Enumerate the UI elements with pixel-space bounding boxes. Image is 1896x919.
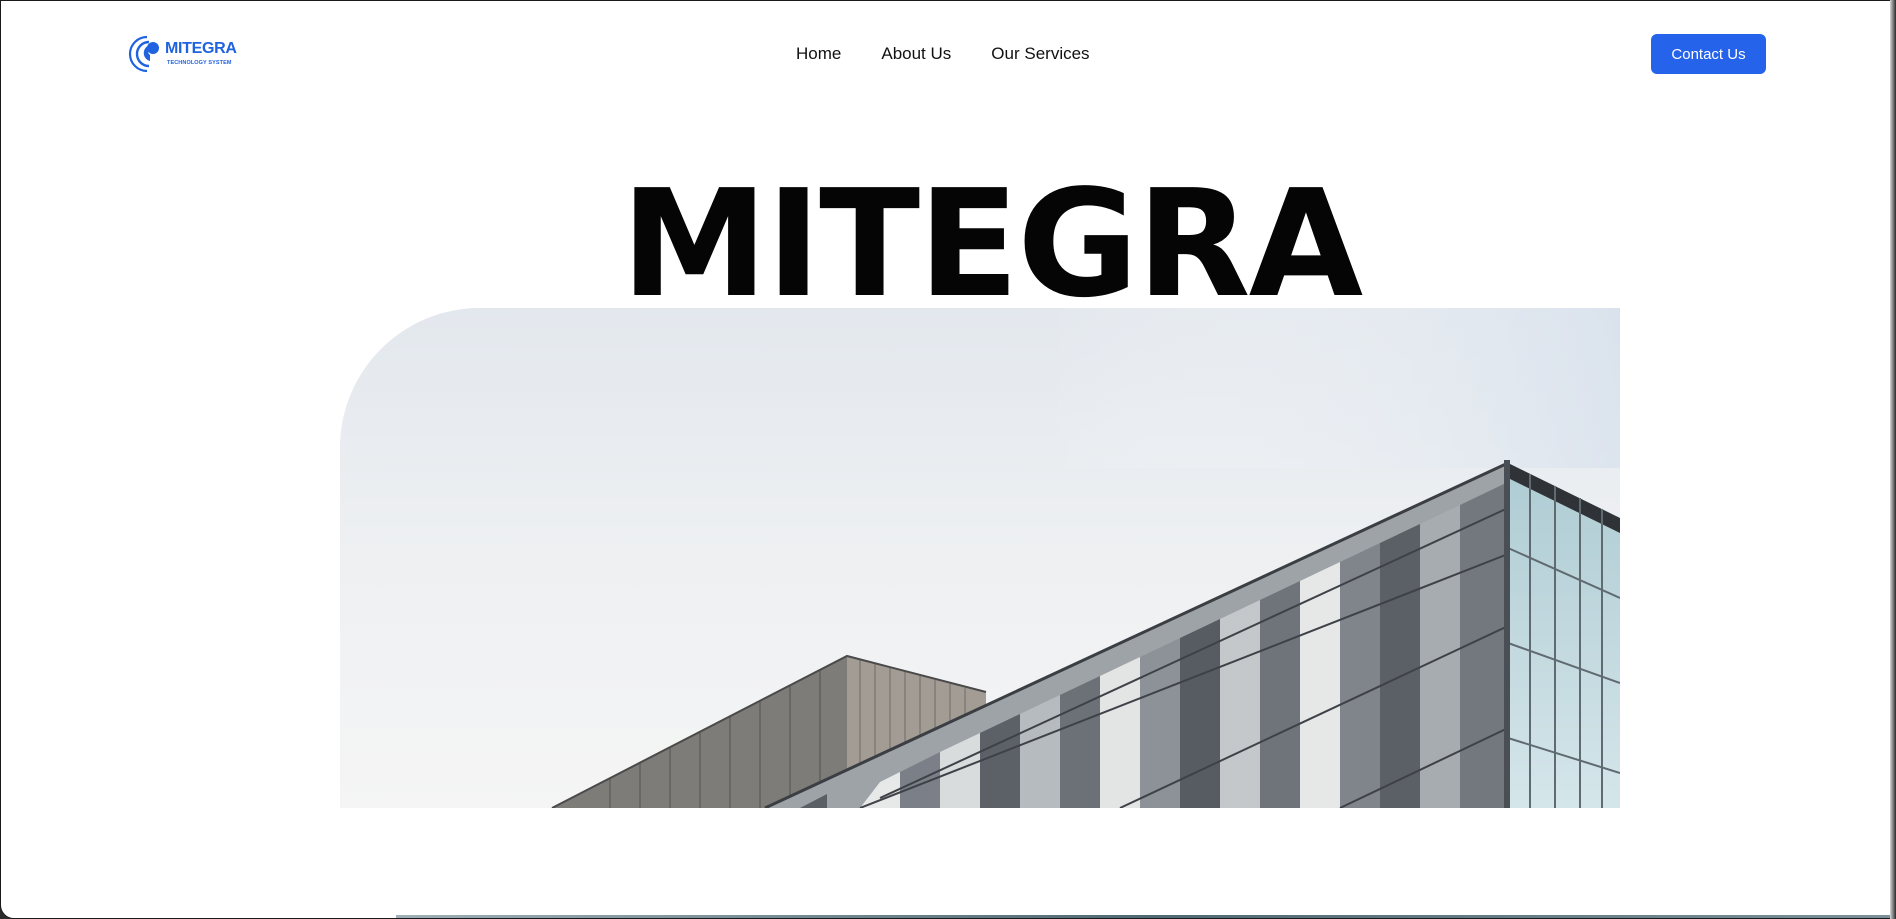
nav-item-our-services[interactable]: Our Services bbox=[991, 44, 1089, 64]
window-edge bbox=[1890, 0, 1896, 919]
main-nav: Home About Us Our Services bbox=[796, 42, 1090, 66]
browser-viewport: MITEGRA TECHNOLOGY SYSTEM Home About Us … bbox=[0, 0, 1896, 919]
hero-building-image bbox=[340, 308, 1620, 808]
mitegra-logo-icon bbox=[128, 35, 159, 73]
logo-wordmark: MITEGRA bbox=[165, 40, 237, 57]
logo-tagline: TECHNOLOGY SYSTEM bbox=[167, 60, 232, 66]
next-section-preview bbox=[396, 915, 1895, 918]
nav-item-home[interactable]: Home bbox=[796, 44, 841, 64]
hero-title: MITEGRA bbox=[620, 158, 1363, 330]
logo[interactable]: MITEGRA TECHNOLOGY SYSTEM bbox=[127, 33, 237, 75]
nav-item-about-us[interactable]: About Us bbox=[881, 44, 951, 64]
contact-us-button[interactable]: Contact Us bbox=[1651, 34, 1766, 74]
